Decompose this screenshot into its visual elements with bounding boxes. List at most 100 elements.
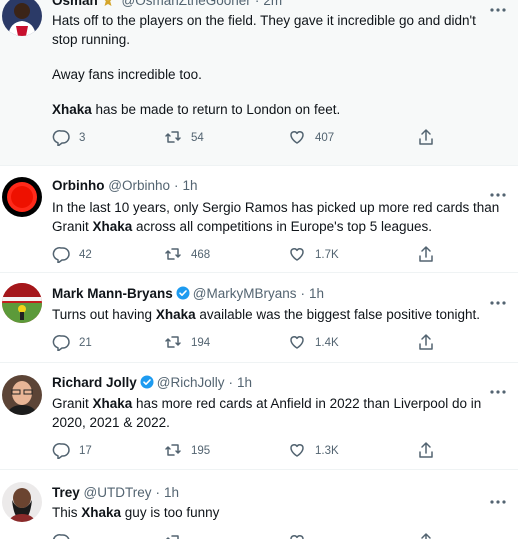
like-icon [288,128,306,149]
more-options-icon[interactable] [490,0,506,12]
text-segment: This [52,505,82,520]
display-name[interactable]: Orbinho [52,178,105,193]
tweet-header: Trey @UTDTrey · 1h [52,484,179,502]
text-segment: available was the biggest false positive… [195,307,481,322]
tweet-text: In the last 10 years, only Sergio Ramos … [52,198,504,236]
share-icon [417,128,435,149]
display-name[interactable]: Trey [52,485,80,500]
reply-button[interactable]: 17 [52,441,92,461]
user-handle[interactable]: @MarkyMBryans [193,286,297,301]
user-handle[interactable]: @RichJolly [157,375,225,390]
share-button[interactable] [417,532,435,539]
display-name[interactable]: Osman [52,0,98,8]
ribbon-icon [101,0,115,7]
timestamp[interactable]: 1h [164,485,179,500]
text-segment: Granit [52,396,93,411]
separator-dot: · [174,178,179,193]
tweet[interactable]: Trey @UTDTrey · 1h This Xhaka guy is too fu… [0,470,518,539]
reply-count: 3 [79,132,86,144]
retweet-icon [164,441,182,462]
reply-button[interactable]: 42 [52,245,92,265]
timestamp[interactable]: 1h [183,178,198,193]
user-handle[interactable]: @OsmanZtheGooner [122,0,251,8]
tweet[interactable]: Osman @OsmanZtheGooner · 2m Hats off to the… [0,0,518,166]
tweet-paragraph: Xhaka has be made to return to London on… [52,100,504,119]
reply-count: 17 [79,445,92,457]
reply-button[interactable] [52,532,79,539]
reply-icon [52,532,70,539]
like-button[interactable]: 1.3K [288,441,339,461]
tweet-text: This Xhaka guy is too funny [52,503,504,522]
more-options-icon[interactable] [490,184,506,197]
tweet-paragraph: Away fans incredible too. [52,65,504,84]
user-handle[interactable]: @Orbinho [108,178,170,193]
more-options-icon[interactable] [490,381,506,394]
text-segment: Away fans incredible too. [52,67,202,82]
text-segment: guy is too funny [121,505,220,520]
like-icon [288,532,306,539]
reply-button[interactable]: 21 [52,333,92,353]
more-options-icon[interactable] [490,491,506,504]
verified-badge-icon [176,286,190,300]
highlight-term: Xhaka [81,505,122,520]
retweet-icon [164,532,182,539]
avatar[interactable] [2,177,42,217]
timestamp[interactable]: 2m [263,0,282,8]
reply-icon [52,245,70,266]
tweet-actions: 21 194 1.4K [52,333,452,353]
like-icon [288,245,306,266]
retweet-icon [164,333,182,354]
user-handle[interactable]: @UTDTrey [84,485,152,500]
like-button[interactable]: 407 [288,128,334,148]
share-button[interactable] [417,441,435,461]
separator-dot: · [300,286,306,301]
share-button[interactable] [417,245,435,265]
retweet-button[interactable] [164,532,191,539]
reply-icon [52,333,70,354]
reply-count: 21 [79,337,92,349]
share-icon [417,333,435,354]
like-button[interactable]: 1.7K [288,245,339,265]
retweet-count: 54 [191,132,204,144]
tweet-text: Turns out having Xhaka available was the… [52,305,504,324]
reply-button[interactable]: 3 [52,128,85,148]
separator-dot: · [155,485,161,500]
like-button[interactable]: 1.4K [288,333,339,353]
retweet-button[interactable]: 468 [164,245,210,265]
like-count: 1.4K [315,337,339,349]
avatar[interactable] [2,283,42,323]
tweet-header: Mark Mann-Bryans @MarkyMBryans · 1h [52,285,324,303]
like-icon [288,333,306,354]
retweet-button[interactable]: 194 [164,333,210,353]
like-count: 1.3K [315,445,339,457]
timestamp[interactable]: 1h [309,286,324,301]
avatar[interactable] [2,0,42,36]
tweet-paragraph: This Xhaka guy is too funny [52,503,504,522]
tweet-actions: 17 195 1.3K [52,441,452,461]
reply-icon [52,441,70,462]
tweet[interactable]: Richard Jolly @RichJolly · 1h Granit Xhaka h… [0,363,518,470]
timestamp[interactable]: 1h [237,375,252,390]
separator-dot: · [254,0,260,8]
tweet[interactable]: Mark Mann-Bryans @MarkyMBryans · 1h Turns ou… [0,273,518,363]
retweet-button[interactable]: 54 [164,128,204,148]
share-button[interactable] [417,128,435,148]
separator-dot: · [228,375,234,390]
tweet-text: Hats off to the players on the field. Th… [52,11,504,119]
avatar[interactable] [2,375,42,415]
like-button[interactable] [288,532,315,539]
like-count: 1.7K [315,249,339,261]
display-name[interactable]: Mark Mann-Bryans [52,286,173,301]
reply-count: 42 [79,249,92,261]
text-segment: Hats off to the players on the field. Th… [52,13,476,47]
share-icon [417,441,435,462]
tweet-paragraph: Granit Xhaka has more red cards at Anfie… [52,394,504,432]
tweet-header: Osman @OsmanZtheGooner · 2m [52,0,282,10]
more-options-icon[interactable] [490,292,506,305]
avatar[interactable] [2,482,42,522]
share-button[interactable] [417,333,435,353]
tweet[interactable]: Orbinho @Orbinho · 1h In the last 10 years,… [0,166,518,273]
retweet-button[interactable]: 195 [164,441,210,461]
like-icon [288,441,306,462]
display-name[interactable]: Richard Jolly [52,375,137,390]
